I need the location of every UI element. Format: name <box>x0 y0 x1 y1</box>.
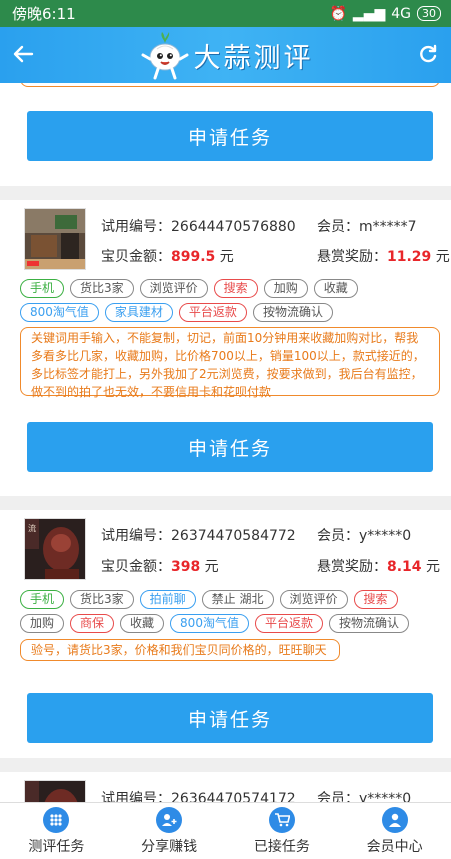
product-amount: 宝贝金额：899.5 元 <box>101 246 234 266</box>
svg-text:流: 流 <box>28 523 36 533</box>
tag: 浏览评价 <box>279 590 348 609</box>
brand: 大蒜测评 <box>138 29 314 81</box>
task-card-previous: 申请任务 <box>0 83 451 186</box>
reward-prefix: 悬赏奖励： <box>317 559 387 575</box>
tag: 800淘气值 <box>170 614 249 633</box>
apply-task-button[interactable]: 申请任务 <box>27 693 433 743</box>
task-card: 试用编号：26364470574172 会员：y*****0 <box>0 772 451 802</box>
tag: 搜索 <box>353 590 398 609</box>
status-icons: ⏰ ▂▄▆ 4G 30 <box>329 6 441 22</box>
apply-task-button[interactable]: 申请任务 <box>27 422 433 472</box>
alarm-icon: ⏰ <box>329 5 347 22</box>
tag: 加购 <box>20 614 65 633</box>
amount-prefix: 宝贝金额： <box>101 249 171 265</box>
tag: 拍前聊 <box>139 590 196 609</box>
tab-member-center[interactable]: 会员中心 <box>338 803 451 859</box>
tag: 货比3家 <box>70 279 134 298</box>
tag-list: 手机 货比3家 浏览评价 搜索 加购 收藏 800淘气值 家具建材 平台返款 按… <box>20 279 441 322</box>
cart-icon <box>268 806 295 833</box>
trial-number: 试用编号：26364470574172 <box>101 791 296 802</box>
product-image: 流 <box>25 519 85 579</box>
amount-value: 398 <box>171 559 201 575</box>
amount-unit: 元 <box>200 559 219 575</box>
reward-unit: 元 <box>421 559 440 575</box>
tab-share-earn[interactable]: 分享赚钱 <box>113 803 226 859</box>
reward: 悬赏奖励：8.14 元 <box>317 556 440 576</box>
tag: 收藏 <box>313 279 358 298</box>
tag: 浏览评价 <box>139 279 208 298</box>
product-thumbnail[interactable] <box>24 780 86 802</box>
tag: 平台返款 <box>178 303 247 322</box>
tab-label: 分享赚钱 <box>141 838 198 855</box>
garlic-mascot-icon <box>141 32 188 80</box>
tag: 按物流确认 <box>252 303 333 322</box>
apply-task-button[interactable]: 申请任务 <box>27 111 433 161</box>
tag: 搜索 <box>213 279 258 298</box>
task-list[interactable]: 申请任务 试用编号：26644470576880 会员：m*****7 宝贝金额… <box>0 83 451 802</box>
tag: 按物流确认 <box>328 614 409 633</box>
member-id: 会员：y*****0 <box>317 791 412 802</box>
status-bar: 傍晚6:11 ⏰ ▂▄▆ 4G 30 <box>0 0 451 27</box>
task-card: 流 试用编号：26374470584772 会员：y*****0 宝贝金额：39… <box>0 510 451 758</box>
amount-value: 899.5 <box>171 249 216 265</box>
reward-value: 11.29 <box>387 249 432 265</box>
grid-icon <box>43 806 70 833</box>
arrow-left-icon <box>13 45 34 63</box>
reward-prefix: 悬赏奖励： <box>317 249 387 265</box>
reward-value: 8.14 <box>387 559 422 575</box>
add-person-icon <box>156 806 183 833</box>
product-image <box>25 209 85 269</box>
note-box-tail <box>20 83 440 87</box>
task-requirements-note: 验号，请货比3家，价格和我们宝贝同价格的，旺旺聊天 <box>20 639 340 661</box>
task-card: 试用编号：26644470576880 会员：m*****7 宝贝金额：899.… <box>0 200 451 496</box>
tab-label: 会员中心 <box>366 838 423 855</box>
tag: 手机 <box>20 279 65 298</box>
amount-unit: 元 <box>215 249 234 265</box>
trial-number: 试用编号：26644470576880 <box>101 219 296 235</box>
bottom-tab-bar: 测评任务 分享赚钱 已接任务 会员中心 <box>0 802 451 859</box>
task-requirements-note: 关键词用手输入，不能复制，切记，前面10分钟用来收藏加购对比，帮我多看多比几家，… <box>20 327 440 399</box>
back-button[interactable] <box>8 39 38 69</box>
reward: 悬赏奖励：11.29 元 <box>317 246 450 266</box>
amount-prefix: 宝贝金额： <box>101 559 171 575</box>
product-thumbnail[interactable]: 流 <box>24 518 86 580</box>
tag: 商保 <box>70 614 115 633</box>
tab-review-tasks[interactable]: 测评任务 <box>0 803 113 859</box>
tag: 禁止 湖北 <box>201 590 274 609</box>
app-header: 大蒜测评 <box>0 27 451 83</box>
tag: 货比3家 <box>70 590 134 609</box>
member-id: 会员：y*****0 <box>317 528 412 544</box>
page-title: 大蒜测评 <box>193 42 314 74</box>
user-icon <box>381 806 408 833</box>
reward-unit: 元 <box>431 249 450 265</box>
tag: 平台返款 <box>254 614 323 633</box>
tag: 800淘气值 <box>20 303 99 322</box>
tag-list: 手机 货比3家 拍前聊 禁止 湖北 浏览评价 搜索 加购 商保 收藏 800淘气… <box>20 590 441 633</box>
tab-label: 已接任务 <box>253 838 310 855</box>
product-image <box>25 781 85 802</box>
network-label: 4G <box>391 5 411 22</box>
tag: 收藏 <box>120 614 165 633</box>
status-time: 傍晚6:11 <box>12 5 76 23</box>
refresh-button[interactable] <box>413 39 443 69</box>
refresh-icon <box>420 44 437 63</box>
battery-icon: 30 <box>417 6 441 21</box>
product-amount: 宝贝金额：398 元 <box>101 556 219 576</box>
tab-label: 测评任务 <box>28 838 85 855</box>
tab-accepted-tasks[interactable]: 已接任务 <box>226 803 339 859</box>
tag: 加购 <box>263 279 308 298</box>
trial-number: 试用编号：26374470584772 <box>101 528 296 544</box>
tag: 手机 <box>20 590 65 609</box>
product-thumbnail[interactable] <box>24 208 86 270</box>
member-id: 会员：m*****7 <box>317 219 417 235</box>
tag: 家具建材 <box>104 303 173 322</box>
signal-icon: ▂▄▆ <box>352 5 386 22</box>
